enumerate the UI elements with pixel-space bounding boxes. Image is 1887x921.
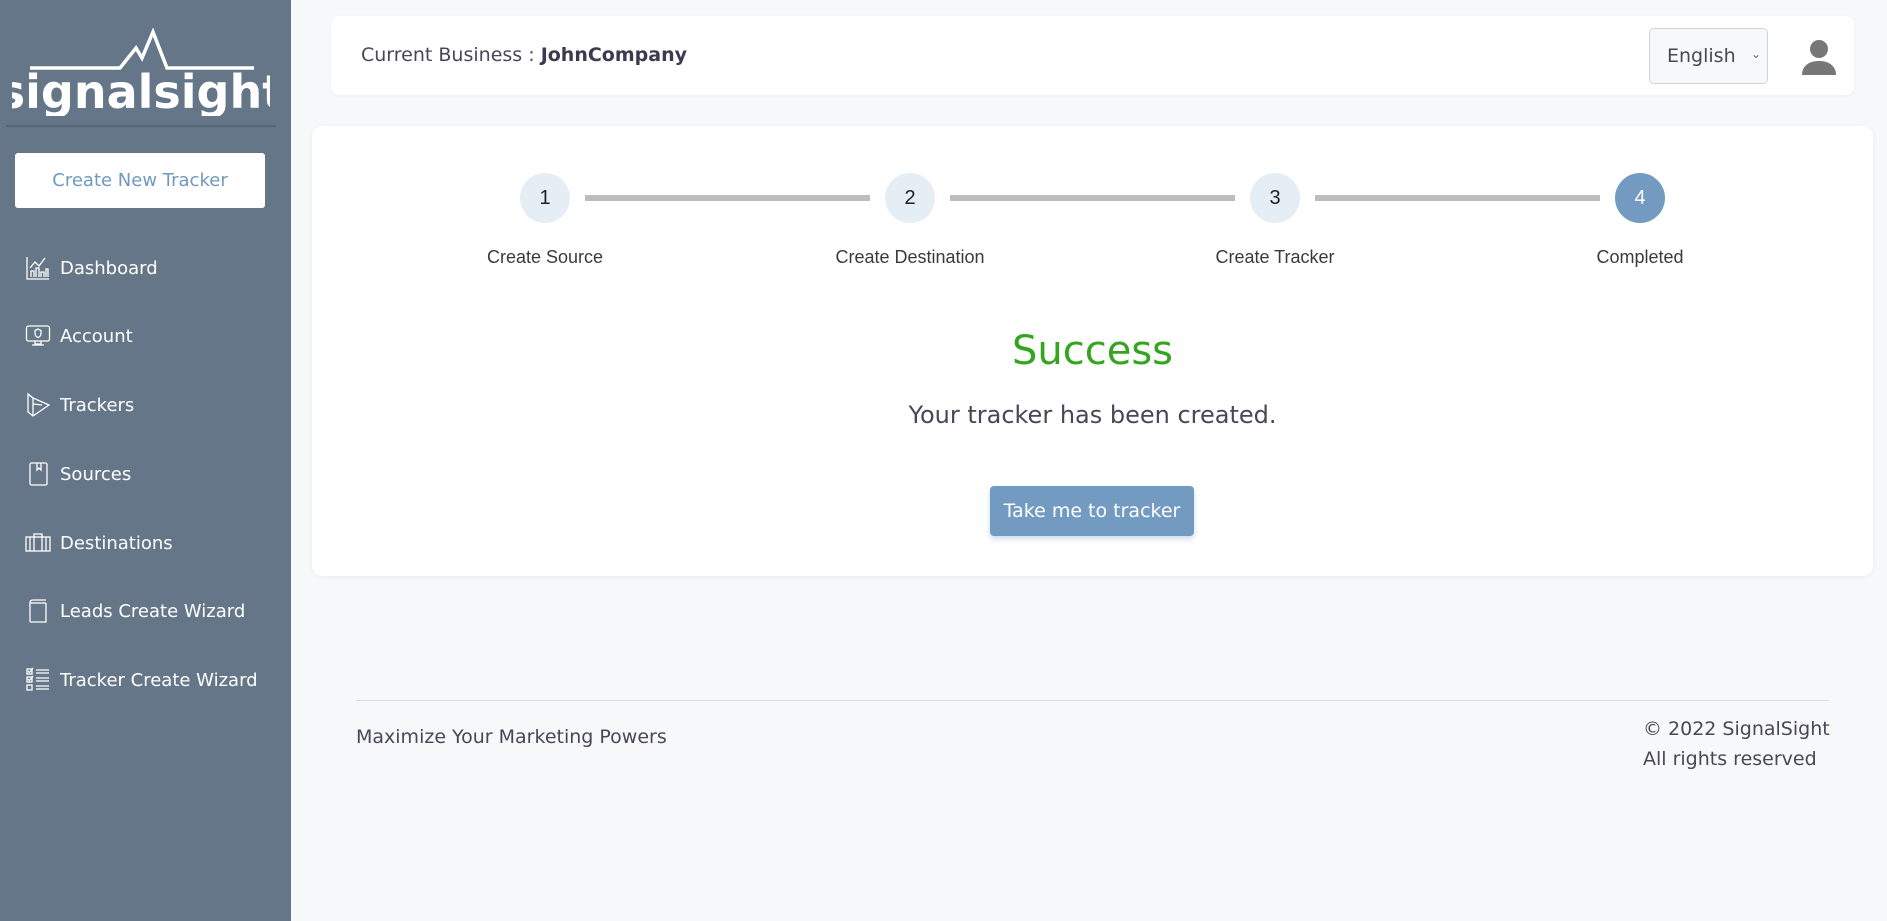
step-connector (585, 195, 870, 201)
play-icon (24, 391, 52, 419)
sidebar-item-label: Leads Create Wizard (60, 600, 246, 622)
rights-text: All rights reserved (1643, 748, 1817, 770)
footer-tagline: Maximize Your Marketing Powers (356, 726, 667, 748)
sidebar-item-label: Tracker Create Wizard (60, 669, 258, 691)
sidebar-item-account[interactable]: Account (24, 316, 133, 356)
sidebar: signalsight Create New Tracker Dashboard… (0, 0, 291, 921)
bookmark-book-icon (24, 460, 52, 488)
step-3-circle: 3 (1250, 173, 1300, 223)
briefcase-icon (24, 529, 52, 557)
sidebar-item-sources[interactable]: Sources (24, 454, 131, 494)
copyright-text: © 2022 SignalSight (1643, 718, 1830, 740)
sidebar-item-leads-create-wizard[interactable]: Leads Create Wizard (24, 591, 245, 631)
success-message: Your tracker has been created. (908, 401, 1277, 429)
logo-divider (6, 125, 276, 127)
create-new-tracker-button[interactable]: Create New Tracker (15, 153, 265, 208)
sidebar-item-label: Sources (60, 463, 132, 485)
step-connector (950, 195, 1235, 201)
business-name: JohnCompany (540, 44, 687, 66)
language-select[interactable]: English ⌄ (1649, 28, 1768, 84)
sidebar-item-label: Trackers (60, 394, 135, 416)
user-avatar-icon[interactable] (1799, 37, 1839, 77)
footer-copyright: © 2022 SignalSight All rights reserved (1643, 714, 1830, 774)
book-icon (24, 597, 52, 625)
business-label: Current Business : (361, 44, 535, 66)
current-business: Current Business : JohnCompany (361, 44, 687, 66)
top-bar: Current Business : JohnCompany English ⌄ (331, 16, 1854, 95)
sidebar-item-label: Destinations (60, 532, 173, 554)
step-1-label: Create Source (486, 247, 604, 267)
step-2-label: Create Destination (835, 247, 985, 267)
chevron-down-icon: ⌄ (1750, 47, 1761, 61)
signalsight-logo[interactable]: signalsight (12, 28, 270, 116)
step-1-circle: 1 (520, 173, 570, 223)
step-2-circle: 2 (885, 173, 935, 223)
take-me-to-tracker-button[interactable]: Take me to tracker (990, 486, 1194, 536)
checklist-icon (24, 666, 52, 694)
success-title: Success (1011, 328, 1173, 374)
step-4-label: Completed (1596, 247, 1684, 267)
footer-divider (356, 700, 1829, 701)
language-value: English (1667, 45, 1736, 67)
chart-icon (24, 254, 52, 282)
sidebar-item-dashboard[interactable]: Dashboard (24, 248, 158, 288)
wizard-card: 1 2 3 4 Create Source Create Destination… (312, 126, 1873, 576)
monitor-shield-icon (24, 322, 52, 350)
sidebar-item-tracker-create-wizard[interactable]: Tracker Create Wizard (24, 660, 258, 700)
step-3-label: Create Tracker (1215, 247, 1335, 267)
sidebar-item-label: Dashboard (60, 257, 158, 279)
logo-text: signalsight (12, 65, 270, 116)
step-4-circle-active: 4 (1615, 173, 1665, 223)
step-connector (1315, 195, 1600, 201)
sidebar-item-trackers[interactable]: Trackers (24, 385, 134, 425)
sidebar-item-destinations[interactable]: Destinations (24, 523, 173, 563)
sidebar-item-label: Account (60, 325, 133, 347)
